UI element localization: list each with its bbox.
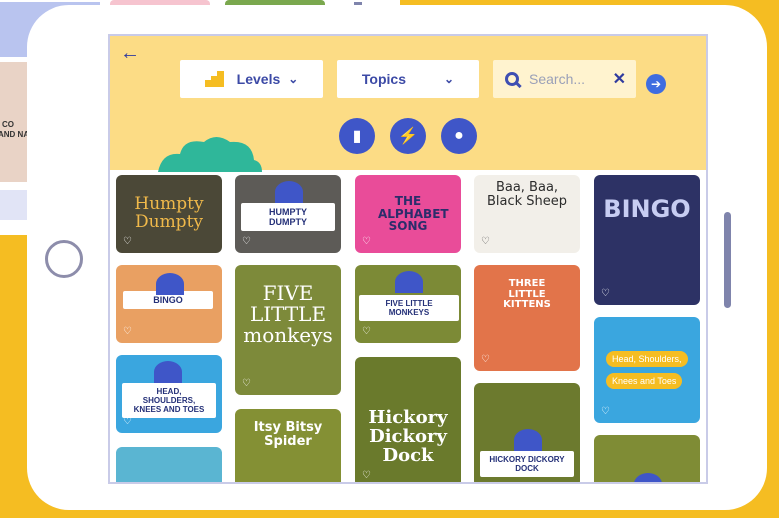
tile-bingo[interactable]: BINGO ♡ [594,175,700,305]
tile-head-shoulders-lesson[interactable]: HEAD, SHOULDERS, KNEES AND TOES ♡ [116,355,222,433]
singing-hat-icon [154,361,182,383]
tile-bingo-lesson[interactable]: BINGO ♡ [116,265,222,343]
tile-badge: HEAD, SHOULDERS, KNEES AND TOES [122,383,216,418]
singing-hat-icon [395,271,423,293]
tile-partial[interactable] [116,447,222,482]
search-category-button[interactable]: ● [441,118,477,154]
tile-title: BINGO [603,195,691,223]
tile-title: Humpty Dumpty [134,194,204,232]
tile-badge: HUMPTY DUMPTY [241,203,335,231]
tile-humpty-dumpty[interactable]: Humpty Dumpty ♡ [116,175,222,253]
tile-title: FIVE LITTLE monkeys [243,281,333,347]
tile-five-little-monkeys-lesson[interactable]: FIVE LITTLE MONKEYS ♡ [355,265,461,343]
heart-icon[interactable]: ♡ [362,470,371,481]
heart-icon[interactable]: ♡ [481,354,490,365]
levels-dropdown[interactable]: Levels ⌄ [180,60,323,98]
levels-label: Levels [236,71,281,87]
home-button[interactable] [45,240,83,278]
tile-hickory-dickory-dock[interactable]: Hickory Dickory Dock ♡ [355,357,461,482]
book-category-button[interactable]: ▮ [339,118,375,154]
background-label: AND NA [0,130,30,139]
lightning-icon: ⚡ [398,128,418,145]
tile-badge: FIVE LITTLE MONKEYS [359,295,459,321]
heart-icon[interactable]: ♡ [601,288,610,299]
clear-search-icon[interactable]: ✕ [613,69,626,89]
tile-three-little-kittens[interactable]: THREE LITTLE KITTENS ♡ [474,265,580,371]
tile-title: Itsy Bitsy Spider [253,420,323,449]
chevron-down-icon: ⌄ [444,72,455,86]
content-grid: Humpty Dumpty ♡ BINGO ♡ HEAD, SHOULDERS,… [116,175,706,482]
tile-hickory-dickory-dock-lesson[interactable]: HICKORY DICKORY DOCK [474,383,580,482]
tile-title-line: Knees and Toes [606,373,683,389]
singing-hat-icon [514,429,542,451]
singing-hat-icon [275,181,303,203]
singing-hat-icon [634,473,662,482]
tile-itsy-bitsy-spider[interactable]: Itsy Bitsy Spider [235,409,341,482]
topics-label: Topics [361,71,406,87]
topics-dropdown[interactable]: Topics ⌄ [337,60,479,98]
app-screen: ← Levels ⌄ Topics ⌄ Search... ✕ ➔ ▮ ⚡ ● … [108,34,708,484]
heart-icon[interactable]: ♡ [362,326,371,337]
tile-humpty-dumpty-lesson[interactable]: HUMPTY DUMPTY ♡ [235,175,341,253]
tile-baa-baa-black-sheep[interactable]: Baa, Baa, Black Sheep ♡ [474,175,580,253]
background-label: CO [2,120,14,129]
header: ← Levels ⌄ Topics ⌄ Search... ✕ ➔ ▮ ⚡ ● [110,36,706,172]
heart-icon[interactable]: ♡ [123,326,132,337]
singing-hat-icon [156,273,184,295]
heart-icon[interactable]: ♡ [242,236,251,247]
heart-icon[interactable]: ♡ [601,406,610,417]
tile-title: Baa, Baa, Black Sheep [486,180,568,209]
heart-icon[interactable]: ♡ [242,378,251,389]
search-field[interactable]: Search... ✕ [493,60,636,98]
heart-icon[interactable]: ♡ [362,236,371,247]
cloud-decoration [158,137,262,172]
scrollbar[interactable] [724,212,731,308]
heart-icon[interactable]: ♡ [123,416,132,427]
search-icon: ● [454,127,464,144]
levels-icon [204,71,225,87]
activities-category-button[interactable]: ⚡ [390,118,426,154]
search-placeholder: Search... [529,71,586,87]
chevron-down-icon: ⌄ [288,72,299,86]
tile-alphabet-song[interactable]: THE ALPHABET SONG ♡ [355,175,461,253]
heart-icon[interactable]: ♡ [123,236,132,247]
back-arrow-icon[interactable]: ← [120,42,140,65]
heart-icon[interactable]: ♡ [481,236,490,247]
tile-title: Hickory Dickory Dock [368,407,448,466]
tile-badge: HICKORY DICKORY DOCK [480,451,574,477]
search-icon [505,72,519,86]
search-submit-button[interactable]: ➔ [646,74,666,94]
tile-spider-partial[interactable] [594,435,700,482]
tile-five-little-monkeys[interactable]: FIVE LITTLE monkeys ♡ [235,265,341,395]
tile-title: THE ALPHABET SONG [378,194,449,234]
tile-head-shoulders-knees-toes[interactable]: Head, Shoulders, Knees and Toes ♡ [594,317,700,423]
book-icon: ▮ [352,128,362,145]
tile-title: THREE LITTLE KITTENS [503,278,551,310]
tile-title-line: Head, Shoulders, [606,351,688,367]
